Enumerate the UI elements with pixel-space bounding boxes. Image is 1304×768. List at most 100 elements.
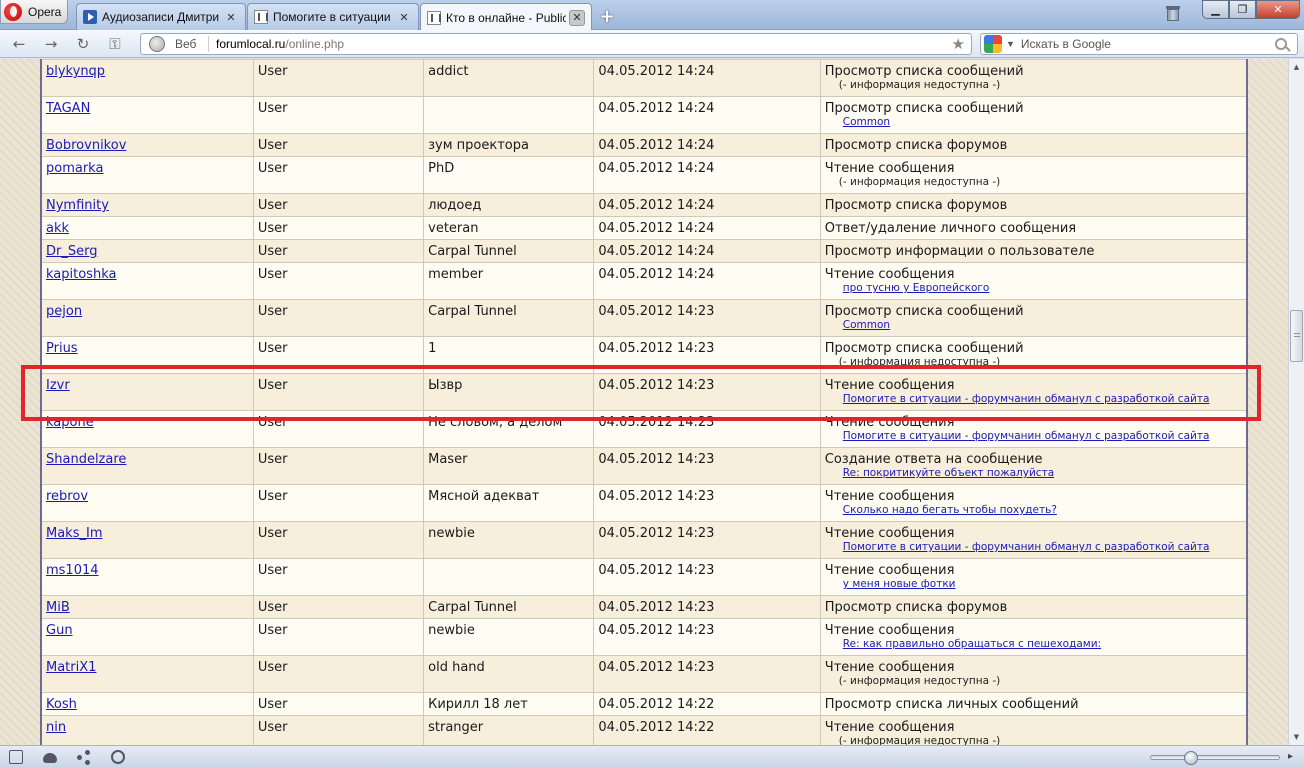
action-text: Просмотр списка сообщений — [824, 64, 1024, 79]
tab-audio[interactable]: Аудиозаписи Дмитри... ✕ — [76, 3, 246, 30]
action-cell: Создание ответа на сообщение Re: покритик… — [819, 447, 1248, 485]
zoom-slider[interactable] — [1150, 751, 1280, 765]
username-link[interactable]: kapitoshka — [46, 267, 116, 282]
username-link[interactable]: akk — [46, 221, 69, 236]
new-tab-button[interactable]: + — [596, 6, 618, 27]
username-link[interactable]: Bobrovnikov — [46, 138, 126, 153]
username-link[interactable]: Shandelzare — [46, 452, 126, 467]
username-link[interactable]: MatriX1 — [46, 660, 96, 675]
action-text: Чтение сообщения — [824, 720, 955, 735]
username-cell: Kosh — [40, 692, 254, 716]
time-cell: 04.05.2012 14:23 — [593, 558, 821, 596]
vertical-scrollbar[interactable]: ▲ ▼ — [1288, 59, 1304, 745]
online-users-table: blykynqp User addict 04.05.2012 14:24 Просмо… — [40, 59, 1248, 745]
username-cell: TAGAN — [40, 96, 254, 134]
close-icon[interactable]: ✕ — [569, 9, 585, 26]
action-cell: Просмотр списка личных сообщений — [819, 692, 1248, 716]
action-text: Чтение сообщения — [824, 623, 955, 638]
time-cell: 04.05.2012 14:24 — [593, 96, 821, 134]
topic-link[interactable]: Common — [825, 319, 1242, 332]
speed-dial-icon[interactable] — [111, 750, 125, 764]
close-window-button[interactable]: ✕ — [1256, 0, 1300, 19]
restore-button[interactable]: ❐ — [1229, 0, 1256, 19]
username-link[interactable]: nin — [46, 720, 66, 735]
tab-help-situation[interactable]: Помогите в ситуации ... ✕ — [247, 3, 419, 30]
action-text: Просмотр списка сообщений — [824, 341, 1024, 356]
action-cell: Чтение сообщения Помогите в ситуации - фо… — [819, 410, 1248, 448]
google-icon[interactable] — [984, 35, 1002, 53]
username-link[interactable]: MiB — [46, 600, 70, 615]
username-link[interactable]: pomarka — [46, 161, 103, 176]
scroll-down-arrow-icon[interactable]: ▼ — [1289, 729, 1304, 745]
time-cell: 04.05.2012 14:24 — [593, 193, 821, 217]
time-cell: 04.05.2012 14:23 — [593, 336, 821, 374]
action-cell: Просмотр списка сообщений (- информация н… — [819, 59, 1248, 97]
panel-toggle-icon[interactable] — [9, 750, 23, 764]
topic-link[interactable]: Re: покритикуйте объект пожалуйста — [825, 467, 1242, 480]
zoom-expand-icon[interactable]: ▸ — [1288, 751, 1293, 762]
username-link[interactable]: Gun — [46, 623, 73, 638]
topic-link[interactable]: Помогите в ситуации - форумчанин обманул… — [825, 393, 1242, 406]
username-link[interactable]: rebrov — [46, 489, 88, 504]
info-unavailable-note: (- информация недоступна -) — [838, 675, 1001, 687]
username-link[interactable]: blykynqp — [46, 64, 105, 79]
time-cell: 04.05.2012 14:24 — [593, 133, 821, 157]
share-icon[interactable] — [77, 750, 91, 764]
tab-title: Кто в онлайне - Public... — [446, 10, 566, 25]
topic-link[interactable]: про тусню у Европейского — [825, 282, 1242, 295]
action-cell: Ответ/удаление личного сообщения — [819, 216, 1248, 240]
username-link[interactable]: kapone — [46, 415, 94, 430]
tab-bar: Opera Аудиозаписи Дмитри... ✕ Помогите в… — [0, 0, 1304, 31]
topic-link[interactable]: у меня новые фотки — [825, 578, 1242, 591]
username-link[interactable]: ms1014 — [46, 563, 99, 578]
topic-link[interactable]: Сколько надо бегать чтобы похудеть? — [825, 504, 1242, 517]
table-row: Shandelzare User Maser 04.05.2012 14:23 Созд… — [40, 447, 1248, 485]
table-row: Dr_Serg User Carpal Tunnel 04.05.2012 14:24… — [40, 239, 1248, 263]
minimize-button[interactable]: ▁ — [1202, 0, 1229, 19]
user-title-cell: PhD — [423, 156, 595, 194]
chevron-down-icon[interactable]: ▼ — [1006, 39, 1015, 49]
topic-link[interactable]: Помогите в ситуации - форумчанин обманул… — [825, 541, 1242, 554]
topic-link[interactable]: Common — [825, 116, 1242, 129]
close-icon[interactable]: ✕ — [396, 9, 412, 25]
username-link[interactable]: Nymfinity — [46, 198, 109, 213]
topic-link[interactable]: Помогите в ситуации - форумчанин обманул… — [825, 430, 1242, 443]
key-icon[interactable]: ⚿ — [106, 35, 124, 53]
table-row: rebrov User Мясной адекват 04.05.2012 14:23… — [40, 484, 1248, 522]
username-link[interactable]: TAGAN — [46, 101, 90, 116]
trash-icon[interactable] — [1166, 5, 1180, 21]
action-cell: Просмотр информации о пользователе — [819, 239, 1248, 263]
tab-who-online[interactable]: Кто в онлайне - Public... ✕ — [420, 3, 592, 31]
action-text: Просмотр списка форумов — [824, 138, 1008, 153]
time-cell: 04.05.2012 14:23 — [593, 410, 821, 448]
time-cell: 04.05.2012 14:24 — [593, 216, 821, 240]
username-link[interactable]: Maks_Im — [46, 526, 102, 541]
bookmark-star-icon[interactable]: ★ — [952, 35, 965, 53]
topic-link[interactable]: Re: как правильно обращаться с пешеходам… — [825, 638, 1242, 651]
zoom-slider-knob[interactable] — [1184, 751, 1198, 765]
scroll-up-arrow-icon[interactable]: ▲ — [1289, 59, 1304, 75]
user-title-cell: newbie — [423, 521, 595, 559]
username-cell: Maks_Im — [40, 521, 254, 559]
username-link[interactable]: pejon — [46, 304, 82, 319]
table-row: kapitoshka User member 04.05.2012 14:24 Чтен… — [40, 262, 1248, 300]
username-link[interactable]: Dr_Serg — [46, 244, 97, 259]
opera-menu-button[interactable]: Opera — [0, 0, 68, 24]
time-cell: 04.05.2012 14:23 — [593, 595, 821, 619]
role-cell: User — [252, 156, 425, 194]
back-arrow-icon[interactable]: ← — [10, 35, 28, 53]
action-text: Просмотр списка сообщений — [824, 304, 1024, 319]
action-text: Чтение сообщения — [824, 526, 955, 541]
user-title-cell: stranger — [423, 715, 595, 745]
scroll-thumb[interactable] — [1290, 310, 1303, 362]
username-link[interactable]: Kosh — [46, 697, 77, 712]
reload-icon[interactable]: ↻ — [74, 35, 92, 53]
forward-arrow-icon[interactable]: → — [42, 35, 60, 53]
username-link[interactable]: Izvr — [46, 378, 70, 393]
cloud-icon[interactable] — [43, 753, 57, 763]
username-link[interactable]: Prius — [46, 341, 78, 356]
search-icon[interactable] — [1275, 38, 1287, 50]
close-icon[interactable]: ✕ — [223, 9, 239, 25]
address-field[interactable]: Веб forumlocal.ru /online.php ★ — [140, 33, 972, 55]
search-field[interactable]: ▼ Искать в Google — [980, 33, 1298, 55]
